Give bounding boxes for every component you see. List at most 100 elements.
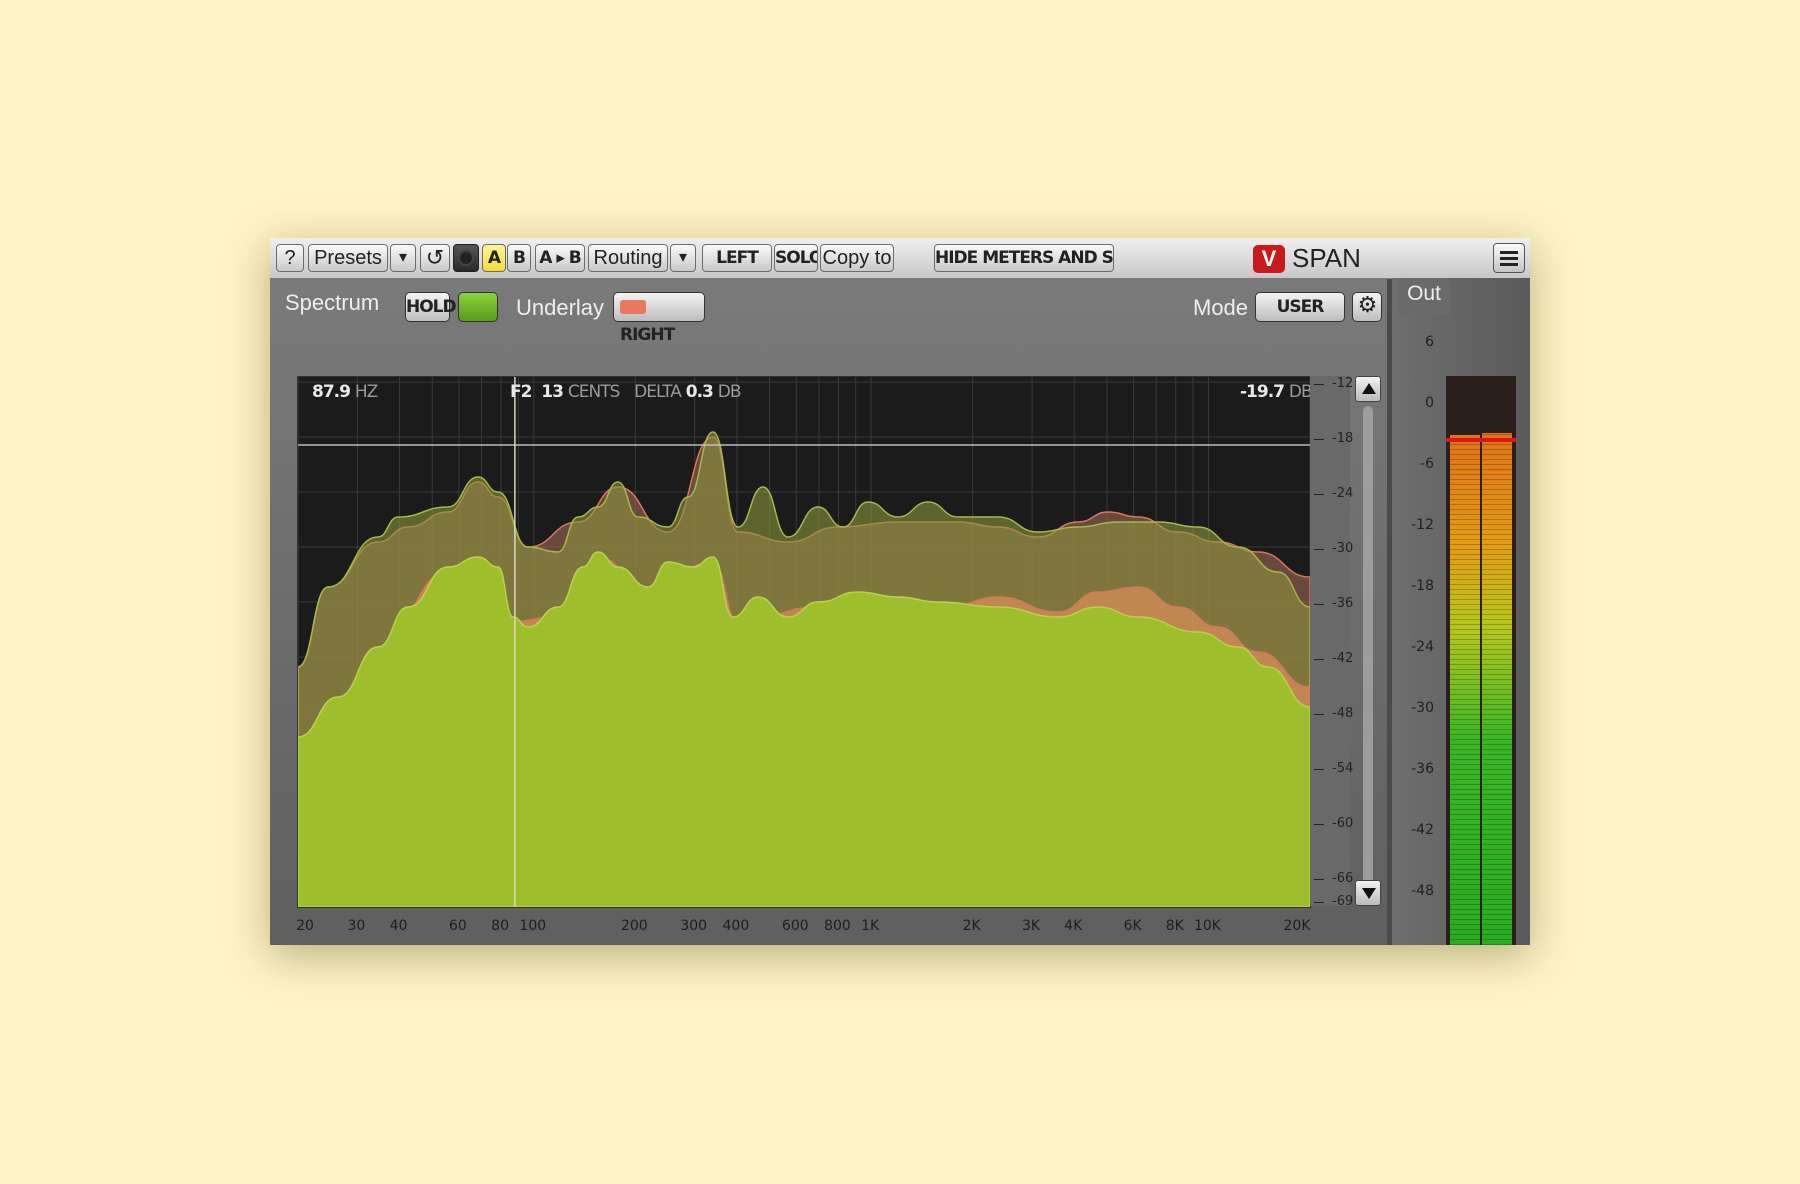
presets-button[interactable]: Presets bbox=[308, 244, 388, 272]
meter-scale-label: -12 bbox=[1411, 517, 1434, 533]
routing-button[interactable]: Routing bbox=[588, 244, 668, 272]
frequency-tick-label: 60 bbox=[449, 918, 467, 934]
db-tick-mark bbox=[1314, 494, 1324, 495]
routing-dropdown-button[interactable]: ▾ bbox=[670, 244, 696, 272]
frequency-value: 87.9 bbox=[312, 382, 351, 402]
toolbar: ? Presets ▾ ↺ A B A ▸ B Routing ▾ LEFT S… bbox=[270, 238, 1530, 279]
cents-unit: CENTS bbox=[567, 382, 621, 402]
spectrum-graph bbox=[297, 377, 1311, 908]
db-tick-mark bbox=[1314, 824, 1324, 825]
frequency-tick-label: 1K bbox=[861, 918, 880, 934]
db-tick-label: -42 bbox=[1332, 651, 1354, 666]
meter-scale-label: -18 bbox=[1411, 578, 1434, 594]
scroll-down-button[interactable] bbox=[1355, 880, 1381, 906]
frequency-tick-label: 10K bbox=[1193, 918, 1221, 934]
delta-unit: DB bbox=[717, 382, 742, 402]
frequency-tick-label: 100 bbox=[519, 918, 547, 934]
solo-button[interactable]: SOLO bbox=[774, 244, 818, 272]
copy-a-to-b-button[interactable]: A ▸ B bbox=[535, 244, 585, 272]
gear-icon: ⚙ bbox=[1357, 293, 1378, 318]
scroll-up-button[interactable] bbox=[1355, 376, 1381, 402]
span-plugin-window: ? Presets ▾ ↺ A B A ▸ B Routing ▾ LEFT S… bbox=[270, 238, 1530, 945]
frequency-tick-label: 40 bbox=[389, 918, 408, 934]
level-value: -19.7 bbox=[1240, 382, 1285, 402]
frequency-tick-label: 20 bbox=[296, 918, 314, 934]
spectrum-panel: Spectrum HOLD Underlay RIGHT Mode USER ⚙… bbox=[270, 278, 1387, 945]
db-tick-label: -60 bbox=[1332, 816, 1354, 831]
frequency-tick-label: 800 bbox=[824, 918, 851, 934]
arrow-down-icon bbox=[1362, 888, 1376, 899]
hold-button[interactable]: HOLD bbox=[405, 292, 457, 322]
arrow-up-icon bbox=[1362, 383, 1376, 394]
output-meter-panel: Out 6 0 -6 -12 -18 -24 -30 -36 -42 -48 bbox=[1392, 278, 1530, 945]
cursor-frequency-readout: 87.9 HZ bbox=[312, 382, 378, 402]
frequency-tick-label: 300 bbox=[680, 918, 708, 934]
copy-to-button[interactable]: Copy to bbox=[820, 244, 894, 272]
note-value: F2 bbox=[510, 382, 532, 402]
vertical-scroll-track[interactable] bbox=[1363, 406, 1373, 906]
underlay-channel-button[interactable]: RIGHT bbox=[613, 292, 705, 345]
underlay-label: Underlay bbox=[516, 295, 605, 320]
underlay-channel-label: RIGHT bbox=[620, 325, 675, 345]
cursor-level-readout: -19.7 DB bbox=[1240, 382, 1313, 402]
frequency-tick-label: 2K bbox=[962, 918, 981, 934]
meter-bar-left bbox=[1450, 435, 1480, 945]
db-tick-mark bbox=[1314, 384, 1324, 385]
power-button[interactable] bbox=[453, 244, 479, 272]
presets-dropdown-button[interactable]: ▾ bbox=[390, 244, 416, 272]
app-name: SPAN bbox=[1292, 243, 1361, 273]
chevron-down-icon: ▾ bbox=[678, 249, 688, 266]
db-tick-mark bbox=[1314, 604, 1324, 605]
frequency-unit: HZ bbox=[354, 382, 378, 402]
db-tick-label: -69 bbox=[1332, 894, 1354, 909]
meter-scale-label: -48 bbox=[1411, 883, 1434, 899]
frequency-tick-label: 200 bbox=[620, 918, 648, 934]
preset-a-button[interactable]: A bbox=[482, 244, 506, 272]
db-scale: -12 -18 -24 -30 -36 -42 -48 -54 -60 -66 -69 bbox=[1310, 376, 1354, 909]
meter-bar-right bbox=[1482, 433, 1512, 945]
peak-hold-line bbox=[1446, 438, 1516, 442]
hide-meters-and-stats-button[interactable]: HIDE METERS AND STATS bbox=[934, 244, 1114, 272]
db-tick-label: -36 bbox=[1332, 596, 1354, 611]
db-tick-mark bbox=[1314, 879, 1324, 880]
frequency-tick-label: 20K bbox=[1283, 918, 1311, 934]
frequency-axis: 20 30 40 60 80 100 200 300 400 600 800 1K 2K 3K 4K 6K 8K… bbox=[296, 918, 1311, 938]
output-level-meter bbox=[1446, 376, 1516, 945]
spectrum-plot[interactable] bbox=[297, 376, 1311, 908]
spectrum-section-label: Spectrum bbox=[285, 290, 380, 315]
vertical-range-scrollbar[interactable] bbox=[1355, 376, 1381, 945]
meter-out-tab[interactable]: Out bbox=[1398, 278, 1450, 314]
db-tick-label: -54 bbox=[1332, 761, 1354, 776]
settings-button[interactable]: ⚙ bbox=[1352, 292, 1382, 322]
frequency-tick-label: 3K bbox=[1022, 918, 1041, 934]
power-icon bbox=[458, 250, 474, 266]
cents-value: 13 bbox=[541, 382, 564, 402]
mode-label: Mode bbox=[1193, 295, 1249, 320]
preset-b-button[interactable]: B bbox=[507, 244, 531, 272]
meter-scale-label: 6 bbox=[1425, 334, 1434, 350]
db-tick-mark bbox=[1314, 769, 1324, 770]
menu-button[interactable] bbox=[1493, 243, 1525, 273]
db-tick-label: -48 bbox=[1332, 706, 1354, 721]
undo-icon: ↺ bbox=[425, 245, 445, 270]
voxengo-logo: V bbox=[1253, 245, 1285, 273]
delta-label: DELTA bbox=[634, 382, 682, 402]
db-tick-mark bbox=[1314, 902, 1324, 903]
db-tick-mark bbox=[1314, 714, 1324, 715]
channel-left-button[interactable]: LEFT bbox=[702, 244, 772, 272]
meter-scale-label: -6 bbox=[1420, 456, 1434, 472]
help-button[interactable]: ? bbox=[276, 244, 304, 272]
db-tick-label: -18 bbox=[1332, 431, 1354, 446]
mode-select[interactable]: USER bbox=[1255, 292, 1345, 322]
db-tick-mark bbox=[1314, 439, 1324, 440]
cursor-note-readout: F2 13 CENTS DELTA 0.3 DB bbox=[510, 382, 742, 402]
frequency-tick-label: 600 bbox=[781, 918, 809, 934]
undo-button[interactable]: ↺ bbox=[420, 244, 450, 272]
frequency-tick-label: 80 bbox=[491, 918, 510, 934]
db-tick-mark bbox=[1314, 659, 1324, 660]
db-tick-mark bbox=[1314, 549, 1324, 550]
db-tick-label: -30 bbox=[1332, 541, 1354, 556]
meter-scale-label: 0 bbox=[1425, 395, 1434, 411]
frequency-tick-label: 4K bbox=[1064, 918, 1083, 934]
main-color-swatch-button[interactable] bbox=[458, 292, 498, 322]
